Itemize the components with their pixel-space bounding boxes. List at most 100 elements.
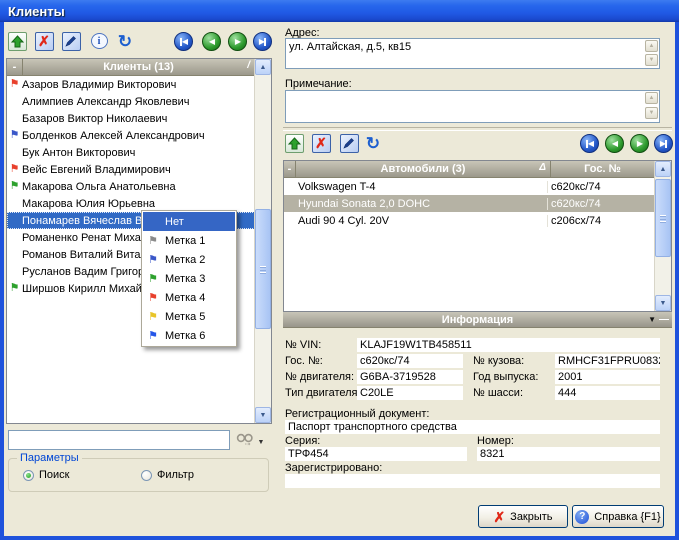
car-row[interactable]: Audi 90 4 Cyl. 20Vc206сх/74 [284, 212, 655, 229]
cars-list[interactable]: - Автомобили (3) Δ Гос. № Volkswagen T-4… [283, 160, 672, 312]
car-nav-first-button[interactable]: ◀ [580, 134, 599, 153]
scroll-down-button[interactable]: ▼ [255, 407, 271, 423]
menu-item-label: Метка 5 [163, 311, 205, 323]
nav-first-button[interactable]: ◀ [174, 32, 193, 51]
flag-icon: ⚑ [7, 178, 22, 195]
address-spin-down[interactable]: ▼ [645, 54, 658, 66]
sort-indicator: / [247, 60, 250, 71]
search-button[interactable] [234, 429, 256, 451]
radio-label: Поиск [39, 469, 69, 481]
engine-type-value: C20LE [357, 386, 463, 400]
address-field[interactable]: ул. Алтайская, д.5, кв15 [285, 38, 660, 69]
delete-icon: ✗ [312, 134, 331, 153]
body-number-value: RMHCF31FPRU0832 [555, 354, 660, 368]
clients-scrollbar[interactable]: ▲ ▼ [254, 59, 271, 423]
scroll-up-button[interactable]: ▲ [255, 59, 271, 75]
car-row[interactable]: Volkswagen T-4c620кс/74 [284, 178, 655, 195]
menu-item[interactable]: ⚑Метка 4 [143, 288, 235, 307]
scroll-up-button[interactable]: ▲ [655, 161, 671, 177]
menu-item[interactable]: ⚑Метка 5 [143, 307, 235, 326]
add-button[interactable] [6, 30, 28, 52]
clients-header-minus[interactable]: - [7, 59, 23, 76]
car-edit-button[interactable] [338, 132, 360, 154]
nav-prev-button[interactable]: ◀ [202, 32, 221, 51]
add-icon [8, 32, 27, 51]
delete-button[interactable]: ✗ [33, 30, 55, 52]
client-row[interactable]: ⚑Болденков Алексей Александрович [7, 127, 255, 144]
cars-header-title[interactable]: Автомобили (3) Δ [296, 161, 551, 178]
cars-header-plate[interactable]: Гос. № [551, 161, 655, 178]
flag-icon: ⚑ [7, 76, 22, 93]
car-nav-next-button[interactable]: ▶ [630, 134, 649, 153]
car-model: Audi 90 4 Cyl. 20V [296, 215, 548, 227]
delete-icon: ✗ [35, 32, 54, 51]
scroll-thumb[interactable] [255, 209, 271, 329]
nav-last-button[interactable]: ▶ [253, 32, 272, 51]
window: Клиенты ✗ i ↻ ◀ ◀ ▶ ▶ - [0, 0, 679, 540]
flag-icon: ⚑ [7, 127, 22, 144]
minimize-icon[interactable]: — [659, 314, 669, 325]
engine-number-value: G6BA-3719528 [357, 370, 463, 384]
menu-item[interactable]: ⚑Метка 1 [143, 231, 235, 250]
info-button[interactable]: i [88, 30, 110, 52]
search-input[interactable] [8, 430, 230, 450]
refresh-icon: ↻ [118, 33, 132, 50]
scroll-down-button[interactable]: ▼ [655, 295, 671, 311]
search-dropdown-button[interactable]: ▼ [254, 431, 268, 453]
clients-list-header[interactable]: - Клиенты (13) / [7, 59, 255, 76]
car-nav-last-button[interactable]: ▶ [654, 134, 673, 153]
client-row[interactable]: Бук Антон Викторович [7, 144, 255, 161]
information-title: Информация [442, 314, 513, 326]
client-row[interactable]: ⚑Азаров Владимир Викторович [7, 76, 255, 93]
parameters-group: Параметры ПоискФильтр [8, 458, 269, 492]
year-label: Год выпуска: [473, 371, 538, 383]
title-bar[interactable]: Клиенты [0, 0, 679, 22]
vin-label: № VIN: [285, 339, 321, 351]
radio-search[interactable]: Поиск [23, 469, 69, 481]
car-refresh-button[interactable]: ↻ [362, 132, 384, 154]
clients-header-title[interactable]: Клиенты (13) / [23, 59, 255, 76]
car-row[interactable]: Hyundai Sonata 2,0 DOHCc620кс/74 [284, 195, 655, 212]
client-row[interactable]: Алимпиев Александр Яковлевич [7, 93, 255, 110]
radio-filter[interactable]: Фильтр [141, 469, 194, 481]
car-delete-button[interactable]: ✗ [310, 132, 332, 154]
menu-item[interactable]: ⚑Метка 6 [143, 326, 235, 345]
menu-item[interactable]: Нет [143, 212, 235, 231]
cars-header-minus[interactable]: - [284, 161, 296, 178]
vin-value: KLAJF19W1TB458511 [357, 338, 660, 352]
close-icon: ✗ [493, 510, 505, 524]
nav-prev-icon: ◀ [209, 37, 214, 46]
note-spin-up[interactable]: ▲ [645, 92, 658, 104]
collapse-icon[interactable]: ▼ [648, 315, 656, 324]
refresh-button[interactable]: ↻ [114, 30, 136, 52]
car-plate: c620кс/74 [548, 181, 655, 193]
chassis-label: № шасси: [473, 387, 523, 399]
client-name: Макарова Юлия Юрьевна [22, 198, 155, 210]
help-button[interactable]: ? Справка {F1} [572, 505, 664, 528]
client-row[interactable]: ⚑Вейс Евгений Владимирович [7, 161, 255, 178]
scroll-thumb[interactable] [655, 179, 671, 257]
note-field[interactable] [285, 90, 660, 123]
car-add-button[interactable] [283, 132, 305, 154]
number-label: Номер: [477, 435, 514, 447]
cars-list-header[interactable]: - Автомобили (3) Δ Гос. № [284, 161, 655, 178]
number-value: 8321 [477, 447, 660, 461]
menu-item[interactable]: ⚑Метка 2 [143, 250, 235, 269]
nav-next-button[interactable]: ▶ [228, 32, 247, 51]
car-nav-prev-button[interactable]: ◀ [605, 134, 624, 153]
menu-item-label: Метка 3 [163, 273, 205, 285]
note-spin-down[interactable]: ▼ [645, 107, 658, 119]
nav-next-icon: ▶ [235, 37, 240, 46]
cars-scrollbar[interactable]: ▲ ▼ [654, 161, 671, 311]
address-spin-up[interactable]: ▲ [645, 40, 658, 52]
close-button[interactable]: ✗ Закрыть [478, 505, 568, 528]
radio-dot-icon [23, 470, 34, 481]
client-row[interactable]: Базаров Виктор Николаевич [7, 110, 255, 127]
flag-icon: ⚑ [143, 329, 163, 342]
menu-item[interactable]: ⚑Метка 3 [143, 269, 235, 288]
client-name: Бук Антон Викторович [22, 147, 135, 159]
edit-button[interactable] [60, 30, 82, 52]
client-row[interactable]: ⚑Макарова Ольга Анатольевна [7, 178, 255, 195]
parameters-group-label: Параметры [17, 452, 82, 464]
plate-value: c620кс/74 [357, 354, 463, 368]
